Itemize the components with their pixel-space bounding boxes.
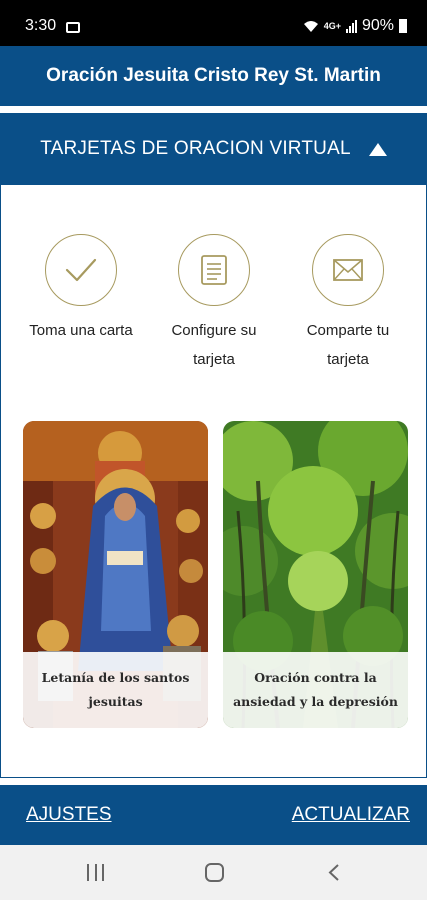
recents-icon[interactable] — [87, 864, 104, 881]
prayer-card-anxiety[interactable]: Oración contra la ansiedad y la depresió… — [223, 421, 408, 728]
envelope-icon — [312, 234, 384, 306]
home-icon[interactable] — [205, 863, 224, 882]
step-label: Comparte tu tarjeta — [306, 322, 390, 368]
back-icon[interactable] — [328, 864, 340, 881]
step-share-card: Comparte tu tarjeta — [278, 234, 418, 374]
update-link[interactable]: ACTUALIZAR — [292, 804, 410, 826]
step-take-card: Toma una carta — [11, 234, 151, 345]
section-content: Toma una carta Configure su tarjeta Comp… — [0, 185, 427, 778]
network-type: 4G+ — [323, 21, 341, 31]
card-icon — [178, 234, 250, 306]
step-label: Toma una carta — [29, 322, 133, 339]
triangle-up-icon[interactable] — [368, 142, 387, 156]
steps-row: Toma una carta Configure su tarjeta Comp… — [1, 234, 426, 374]
signal-icon — [345, 19, 357, 33]
app-header: Oración Jesuita Cristo Rey St. Martin — [0, 46, 427, 106]
status-time: 3:30 — [25, 17, 57, 34]
step-label: Configure su tarjeta — [171, 322, 257, 368]
battery-icon — [399, 19, 407, 33]
prayer-card-litany[interactable]: Letanía de los santos jesuitas — [23, 421, 208, 728]
wifi-icon — [303, 21, 318, 32]
bottom-action-bar: AJUSTES ACTUALIZAR — [0, 785, 427, 845]
section-title: TARJETAS DE ORACION VIRTUAL — [40, 138, 351, 159]
section-header-toggle[interactable]: TARJETAS DE ORACION VIRTUAL — [0, 113, 427, 185]
card-caption: Letanía de los santos jesuitas — [23, 652, 208, 728]
checkmark-icon — [45, 234, 117, 306]
gallery-notification-icon — [66, 22, 80, 33]
system-nav-bar — [0, 845, 427, 900]
status-bar: 3:30 4G+ 90% — [0, 0, 427, 46]
settings-link[interactable]: AJUSTES — [26, 804, 112, 826]
prayer-cards: Letanía de los santos jesuitas Oración c… — [23, 421, 408, 728]
battery-percent: 90% — [361, 17, 394, 34]
card-caption: Oración contra la ansiedad y la depresió… — [223, 652, 408, 728]
app-title: Oración Jesuita Cristo Rey St. Martin — [46, 65, 381, 86]
status-right: 4G+ 90% — [303, 17, 407, 35]
step-configure-card: Configure su tarjeta — [144, 234, 284, 374]
